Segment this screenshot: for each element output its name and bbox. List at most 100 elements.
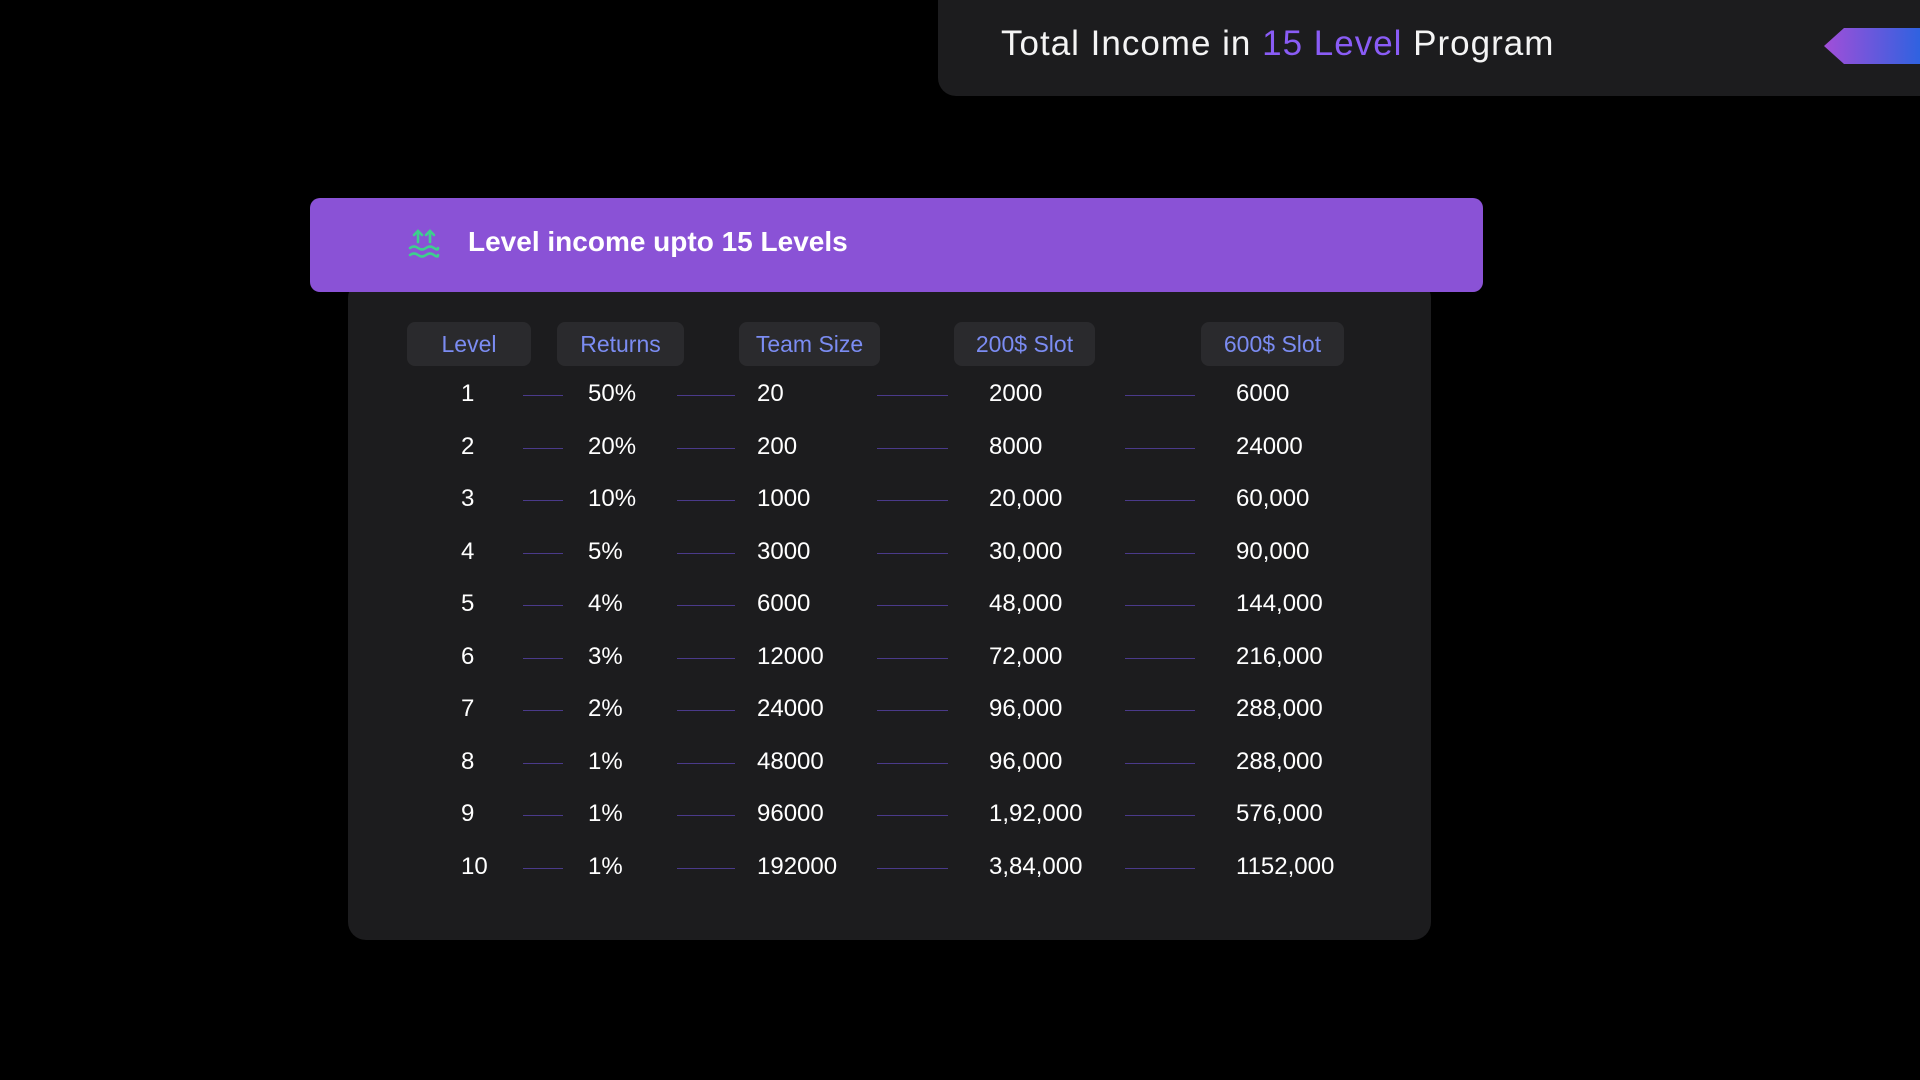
row-connector-line: [877, 395, 948, 396]
cell-team-size: 48000: [757, 747, 824, 775]
row-connector-line: [1125, 815, 1195, 816]
column-header-slot-200: 200$ Slot: [954, 322, 1095, 366]
level-income-banner: Level income upto 15 Levels: [310, 198, 1483, 292]
cell-returns: 20%: [588, 432, 637, 460]
cell-level: 7: [461, 695, 475, 722]
row-connector-line: [1125, 605, 1195, 606]
page-title: Total Income in 15 Level Program: [1001, 24, 1554, 64]
row-connector-line: [1125, 710, 1195, 711]
cell-level: 2: [461, 432, 475, 460]
banner-title: Level income upto 15 Levels: [468, 226, 848, 257]
cell-slot-200: 48,000: [989, 590, 1063, 617]
title-suffix: Program: [1402, 24, 1555, 63]
cell-slot-600: 288,000: [1236, 747, 1323, 775]
cell-team-size: 20: [757, 380, 784, 407]
cell-slot-200: 3,84,000: [989, 852, 1083, 880]
cell-level: 4: [461, 537, 475, 565]
cell-slot-600: 60,000: [1236, 485, 1310, 512]
column-header-level: Level: [407, 322, 531, 366]
cell-slot-600: 144,000: [1236, 590, 1323, 617]
cell-slot-600: 90,000: [1236, 537, 1310, 565]
title-accent: 15 Level: [1262, 24, 1403, 63]
cell-returns: 2%: [588, 695, 623, 722]
cell-team-size: 3000: [757, 537, 811, 565]
row-connector-line: [677, 552, 735, 554]
row-connector-line: [523, 867, 563, 869]
row-connector-line: [1125, 762, 1195, 764]
cell-returns: 5%: [588, 537, 623, 565]
cell-returns: 50%: [588, 380, 637, 407]
cell-slot-200: 1,92,000: [989, 800, 1083, 827]
level-up-arrows-icon: [408, 229, 440, 258]
row-connector-line: [1125, 867, 1195, 869]
row-connector-line: [877, 867, 948, 869]
row-connector-line: [677, 710, 735, 711]
row-connector-line: [523, 447, 563, 449]
slide: Total Income in 15 Level Program Level i…: [0, 0, 1920, 1080]
cell-team-size: 24000: [757, 695, 824, 722]
row-connector-line: [523, 710, 563, 711]
cell-level: 1: [461, 380, 475, 407]
row-connector-line: [677, 605, 735, 606]
cell-level: 6: [461, 642, 475, 670]
row-connector-line: [1125, 447, 1195, 449]
row-connector-line: [677, 657, 735, 659]
row-connector-line: [877, 657, 948, 659]
cell-returns: 1%: [588, 852, 623, 880]
row-connector-line: [877, 605, 948, 606]
row-connector-line: [877, 762, 948, 764]
cell-slot-200: 96,000: [989, 695, 1063, 722]
cell-level: 5: [461, 590, 475, 617]
cell-slot-600: 576,000: [1236, 800, 1323, 827]
row-connector-line: [523, 500, 563, 501]
cell-slot-600: 6000: [1236, 380, 1290, 407]
cell-returns: 1%: [588, 747, 623, 775]
column-header-returns: Returns: [557, 322, 684, 366]
cell-slot-200: 20,000: [989, 485, 1063, 512]
cell-level: 10: [461, 852, 488, 880]
cell-slot-600: 1152,000: [1236, 852, 1335, 880]
row-connector-line: [877, 815, 948, 816]
row-connector-line: [877, 552, 948, 554]
cell-team-size: 12000: [757, 642, 824, 670]
row-connector-line: [677, 762, 735, 764]
row-connector-line: [877, 710, 948, 711]
cell-slot-600: 24000: [1236, 432, 1303, 460]
row-connector-line: [677, 500, 735, 501]
cell-slot-200: 72,000: [989, 642, 1063, 670]
cell-slot-600: 216,000: [1236, 642, 1323, 670]
cell-team-size: 1000: [757, 485, 811, 512]
row-connector-line: [677, 867, 735, 869]
cell-team-size: 200: [757, 432, 798, 460]
column-header-slot-600: 600$ Slot: [1201, 322, 1344, 366]
cell-slot-200: 8000: [989, 432, 1043, 460]
row-connector-line: [877, 447, 948, 449]
title-bar: Total Income in 15 Level Program: [938, 0, 1920, 96]
row-connector-line: [523, 815, 563, 816]
row-connector-line: [677, 395, 735, 396]
cell-level: 8: [461, 747, 475, 775]
row-connector-line: [1125, 500, 1195, 501]
cell-team-size: 6000: [757, 590, 811, 617]
cell-returns: 4%: [588, 590, 623, 617]
row-connector-line: [1125, 552, 1195, 554]
cell-slot-600: 288,000: [1236, 695, 1323, 722]
row-connector-line: [523, 762, 563, 764]
row-connector-line: [1125, 395, 1195, 396]
row-connector-line: [677, 815, 735, 816]
cell-returns: 10%: [588, 485, 637, 512]
cell-slot-200: 2000: [989, 380, 1043, 407]
cell-slot-200: 96,000: [989, 747, 1063, 775]
title-prefix: Total Income in: [1001, 24, 1263, 63]
cell-level: 3: [461, 485, 475, 512]
cell-returns: 3%: [588, 642, 623, 670]
column-header-team-size: Team Size: [739, 322, 880, 366]
row-connector-line: [1125, 657, 1195, 659]
row-connector-line: [877, 500, 948, 501]
row-connector-line: [523, 552, 563, 554]
cell-slot-200: 30,000: [989, 537, 1063, 565]
arrow-tab-icon: [1824, 28, 1920, 64]
row-connector-line: [523, 395, 563, 396]
cell-returns: 1%: [588, 800, 623, 827]
row-connector-line: [677, 447, 735, 449]
